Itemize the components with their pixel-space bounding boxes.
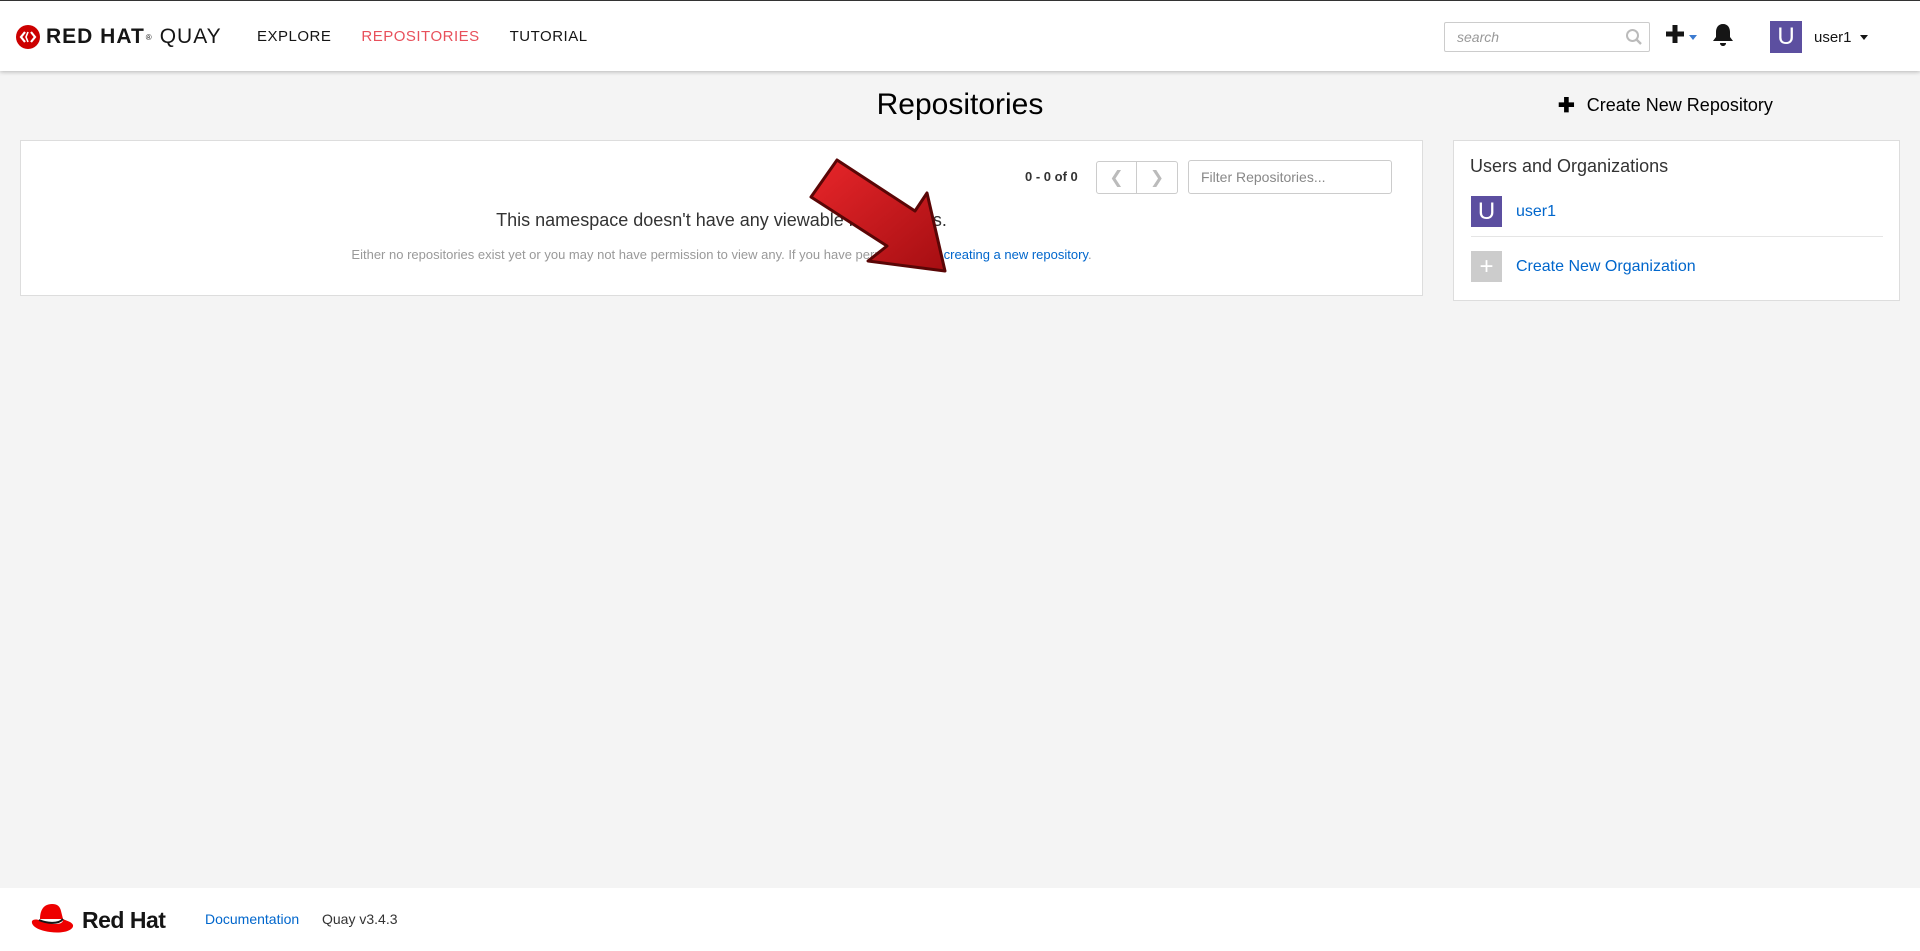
user-menu-button[interactable]: U user1 [1770, 21, 1868, 53]
main-nav: EXPLORE REPOSITORIES TUTORIAL [257, 28, 618, 45]
footer: Red Hat Documentation Quay v3.4.3 [0, 888, 1920, 951]
filter-repositories-input[interactable] [1188, 160, 1392, 194]
users-organizations-title: Users and Organizations [1470, 156, 1669, 176]
red-arrow-icon [805, 155, 955, 280]
documentation-link[interactable]: Documentation [205, 911, 299, 927]
notifications-bell-icon[interactable] [1712, 23, 1734, 52]
caret-down-icon [1859, 34, 1868, 40]
brand-product: QUAY [159, 25, 222, 48]
create-repository-link[interactable]: creating a new repository [944, 247, 1088, 262]
avatar: U [1471, 196, 1502, 227]
create-new-repository-label: Create New Repository [1586, 95, 1773, 115]
user1-link[interactable]: user1 [1516, 203, 1556, 221]
footer-logo-text: Red Hat [82, 907, 166, 933]
nav-tutorial[interactable]: TUTORIAL [510, 28, 588, 45]
empty-state-title: This namespace doesn't have any viewable… [496, 210, 947, 230]
create-new-organization-link[interactable]: Create New Organization [1516, 258, 1696, 276]
username-label: user1 [1814, 28, 1852, 46]
org-item-create: + Create New Organization [1471, 251, 1696, 282]
create-menu-button[interactable] [1666, 25, 1697, 48]
previous-page-button[interactable]: ❮ [1096, 161, 1137, 194]
version-label: Quay v3.4.3 [322, 911, 398, 927]
plus-icon [1666, 25, 1684, 48]
nav-repositories[interactable]: REPOSITORIES [361, 28, 479, 45]
empty-state-description: Either no repositories exist yet or you … [20, 247, 1423, 262]
pager: ❮ ❯ [1096, 161, 1178, 194]
empty-state-period: . [1087, 247, 1092, 262]
avatar: U [1770, 21, 1802, 53]
nav-explore[interactable]: EXPLORE [257, 28, 331, 45]
org-item-user1: U user1 [1471, 196, 1556, 227]
brand-name: RED HAT [46, 25, 145, 48]
next-page-button[interactable]: ❯ [1137, 161, 1178, 194]
red-hat-quay-logo-icon [16, 25, 40, 49]
search-icon[interactable] [1625, 28, 1643, 51]
red-hat-footer-logo[interactable]: Red Hat [30, 901, 166, 940]
page-title: Repositories [876, 88, 1044, 121]
top-navbar: RED HAT ® QUAY EXPLORE REPOSITORIES TUTO… [0, 0, 1920, 71]
divider [1471, 236, 1883, 237]
paging-count: 0 - 0 of 0 [1025, 169, 1078, 184]
create-new-repository-button[interactable]: ✚ Create New Repository [1558, 93, 1773, 118]
chevron-down-icon [1689, 28, 1697, 46]
red-hat-fedora-icon [30, 901, 76, 940]
brand-logo-link[interactable]: RED HAT ® QUAY [16, 25, 222, 49]
add-organization-icon[interactable]: + [1471, 251, 1502, 282]
search-input[interactable] [1445, 23, 1615, 51]
search-box [1444, 22, 1650, 52]
users-organizations-panel: Users and Organizations U user1 + Create… [1453, 140, 1900, 301]
registered-mark: ® [145, 32, 152, 42]
plus-icon: ✚ [1558, 95, 1575, 117]
